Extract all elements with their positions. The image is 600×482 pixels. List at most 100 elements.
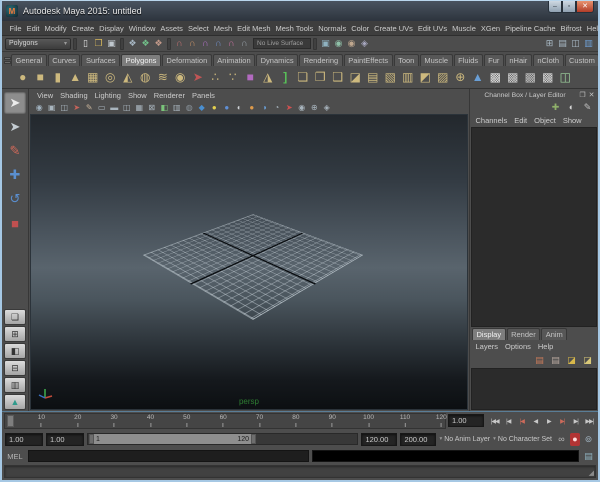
cb-menu-channels[interactable]: Channels: [472, 116, 511, 125]
attribute-editor-icon[interactable]: ▤: [556, 37, 569, 50]
maya-logo-icon[interactable]: M: [6, 5, 18, 17]
shelf-tab-fluids[interactable]: Fluids: [454, 54, 483, 66]
menu-edit[interactable]: Edit: [24, 24, 42, 33]
poly-sphere-icon[interactable]: ●: [14, 68, 32, 87]
menu-create[interactable]: Create: [69, 24, 97, 33]
go-to-end-button[interactable]: ▶▶|: [583, 414, 597, 428]
layout-persp-graph-icon[interactable]: ⊟: [4, 360, 26, 376]
modeling-toolkit-icon[interactable]: ⊞: [543, 37, 556, 50]
ipr-render-icon[interactable]: ◉: [345, 37, 358, 50]
shelf-tab-dynamics[interactable]: Dynamics: [256, 54, 298, 66]
vp-swatch-yellow-icon[interactable]: ●: [208, 104, 221, 112]
snap-curve-icon[interactable]: ∩: [186, 37, 199, 50]
menu-window[interactable]: Window: [126, 24, 158, 33]
auto-keyframe-icon[interactable]: ●: [570, 433, 580, 446]
vp-image-plane-icon[interactable]: ◫: [58, 104, 71, 112]
current-time-field[interactable]: 1.00: [448, 414, 484, 427]
poly-torus-icon[interactable]: ◎: [102, 68, 120, 87]
poly-cube-icon[interactable]: ■: [32, 68, 50, 87]
shelf-tab-toon[interactable]: Toon: [394, 54, 419, 66]
vp-isolate-select-icon[interactable]: ➤: [283, 104, 296, 112]
step-fwd-frame-button[interactable]: ▶|: [569, 414, 583, 428]
layout-hypershade-icon[interactable]: ▥: [4, 377, 26, 393]
tool-settings-icon[interactable]: ◫: [569, 37, 582, 50]
vp-shadows-icon[interactable]: ◑: [258, 104, 271, 112]
vp-bookmark-icon[interactable]: ◉: [33, 104, 46, 112]
menu-normals[interactable]: Normals: [316, 24, 349, 33]
object-mode-icon[interactable]: ❖: [139, 37, 152, 50]
shelf-tab-general[interactable]: General: [11, 54, 47, 66]
poly-soccer-icon[interactable]: ◉: [172, 68, 190, 87]
vp-resolution-gate-icon[interactable]: ▬: [108, 104, 121, 112]
shelf-tab-polygons[interactable]: Polygons: [121, 54, 161, 66]
poly-plane-icon[interactable]: ▦: [84, 68, 102, 87]
step-back-frame-button[interactable]: |◀: [502, 414, 516, 428]
uv-checker2-icon[interactable]: ▩: [504, 68, 522, 87]
fill-hole-icon[interactable]: ▤: [364, 68, 382, 87]
menu-pipeline-cache[interactable]: Pipeline Cache: [503, 24, 558, 33]
maximize-button[interactable]: ▫: [562, 1, 576, 13]
sculpt-tool-icon[interactable]: ➤: [189, 68, 207, 87]
hierarchy-mode-icon[interactable]: ❖: [126, 37, 139, 50]
layer-tab-anim[interactable]: Anim: [541, 328, 567, 340]
menu-mesh-tools[interactable]: Mesh Tools: [273, 24, 316, 33]
playback-start-field[interactable]: 1.00: [46, 433, 84, 446]
bridge-icon[interactable]: ▨: [434, 68, 452, 87]
step-fwd-key-button[interactable]: ▶|: [556, 414, 570, 428]
cb-speed-icon[interactable]: ◐: [565, 101, 578, 114]
close-button[interactable]: ✕: [576, 1, 594, 13]
target-weld-icon[interactable]: ⊕: [452, 68, 470, 87]
shelf-tab-curves[interactable]: Curves: [48, 54, 81, 66]
layer-menu-help[interactable]: Help: [534, 342, 556, 351]
animation-start-field[interactable]: 1.00: [5, 433, 43, 446]
shelf-tab-muscle[interactable]: Muscle: [420, 54, 453, 66]
new-empty-layer-icon[interactable]: ◪: [565, 354, 578, 367]
open-scene-icon[interactable]: ❒: [92, 37, 105, 50]
playback-options-icon[interactable]: ∞: [555, 433, 568, 446]
uv-editor-icon[interactable]: ◫: [557, 68, 575, 87]
menu-color[interactable]: Color: [349, 24, 372, 33]
lasso-tool[interactable]: ➤: [4, 116, 26, 138]
move-layer-down-icon[interactable]: ▤: [549, 354, 562, 367]
edit-bracket-icon[interactable]: ]: [277, 68, 295, 87]
render-settings-icon[interactable]: ◈: [358, 37, 371, 50]
menu-display[interactable]: Display: [97, 24, 127, 33]
cb-hyperbolic-icon[interactable]: ✎: [581, 101, 594, 114]
anim-layer-dropdown[interactable]: ▾ No Anim Layer: [439, 436, 490, 443]
vp-motion-blur-icon[interactable]: ⊕: [308, 104, 321, 112]
layer-list[interactable]: [471, 368, 597, 410]
channel-box-list[interactable]: [471, 127, 597, 327]
shelf-tab-painteffects[interactable]: PaintEffects: [344, 54, 393, 66]
cb-float-icon[interactable]: ❐: [578, 91, 587, 99]
play-forwards-button[interactable]: ▶: [542, 414, 556, 428]
vp-gate-mask-icon[interactable]: ◫: [121, 104, 134, 112]
live-surface-field[interactable]: No Live Surface: [253, 38, 311, 49]
boolean-icon[interactable]: ◪: [347, 68, 365, 87]
smooth-icon[interactable]: ▲: [469, 68, 487, 87]
menu-create-uvs[interactable]: Create UVs: [372, 24, 416, 33]
group-divider[interactable]: [73, 38, 77, 50]
rotate-tool[interactable]: ↺: [4, 188, 26, 210]
shelf-tab-arrows[interactable]: [4, 57, 11, 66]
layout-classic-icon[interactable]: ▲: [4, 394, 26, 410]
panel-menu-renderer[interactable]: Renderer: [151, 91, 188, 100]
paint-select-tool[interactable]: ✎: [4, 140, 26, 162]
menu-edit-uvs[interactable]: Edit UVs: [415, 24, 449, 33]
vp-ao-icon[interactable]: ◉: [296, 104, 309, 112]
script-editor-icon[interactable]: ▤: [582, 450, 595, 463]
animation-end-field[interactable]: 200.00: [400, 433, 436, 446]
range-slider-track[interactable]: 1 120: [87, 433, 358, 445]
shelf-tab-animation[interactable]: Animation: [213, 54, 255, 66]
layer-tab-display[interactable]: Display: [472, 328, 506, 340]
vp-camera-attrs-icon[interactable]: ▣: [46, 104, 59, 112]
menu-modify[interactable]: Modify: [42, 24, 69, 33]
layer-menu-options[interactable]: Options: [502, 342, 535, 351]
shelf-tab-surfaces[interactable]: Surfaces: [81, 54, 120, 66]
menu-select[interactable]: Select: [185, 24, 211, 33]
snap-grid-icon[interactable]: ∩: [173, 37, 186, 50]
vp-multisample-icon[interactable]: ◈: [321, 104, 334, 112]
vp-swatch-blue-icon[interactable]: ●: [221, 104, 234, 112]
step-back-key-button[interactable]: |◀: [515, 414, 529, 428]
poly-cylinder-icon[interactable]: ▮: [49, 68, 67, 87]
poly-pipe-icon[interactable]: ◍: [137, 68, 155, 87]
